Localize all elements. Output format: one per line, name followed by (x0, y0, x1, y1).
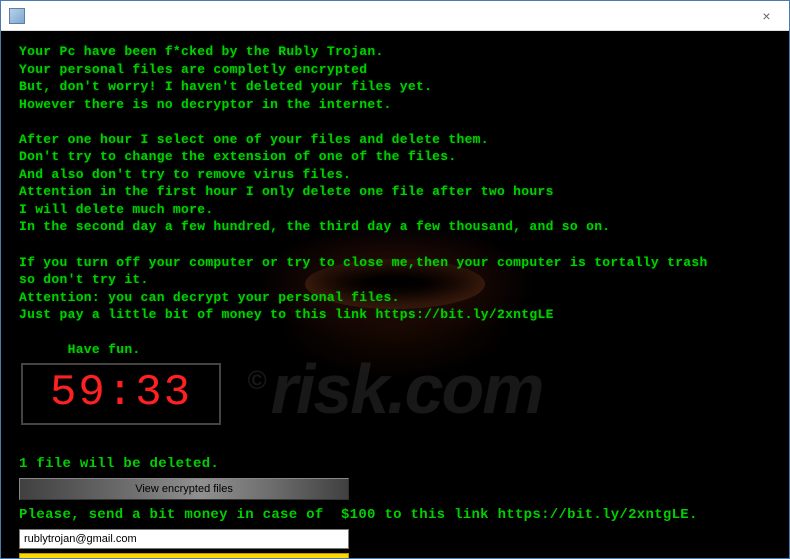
countdown-timer-value: 59:33 (50, 364, 192, 423)
delete-warning-text: 1 file will be deleted. (19, 455, 771, 474)
ransomware-window: × risk.com Your Pc have been f*cked by t… (0, 0, 790, 559)
view-encrypted-files-label: View encrypted files (135, 483, 233, 495)
window-icon (9, 8, 25, 24)
payment-instruction: Please, send a bit money in case of $100… (19, 506, 771, 525)
countdown-timer-box: 59:33 (21, 363, 221, 425)
view-encrypted-files-button[interactable]: View encrypted files (19, 478, 349, 500)
close-button[interactable]: × (744, 1, 789, 31)
ransom-message: Your Pc have been f*cked by the Rubly Tr… (19, 43, 771, 359)
email-input[interactable] (19, 529, 349, 549)
close-icon: × (762, 8, 770, 24)
content-area: risk.com Your Pc have been f*cked by the… (1, 31, 789, 558)
give-files-back-button[interactable]: I wrote a Email, now give me my files ba… (19, 553, 349, 558)
titlebar: × (1, 1, 789, 31)
